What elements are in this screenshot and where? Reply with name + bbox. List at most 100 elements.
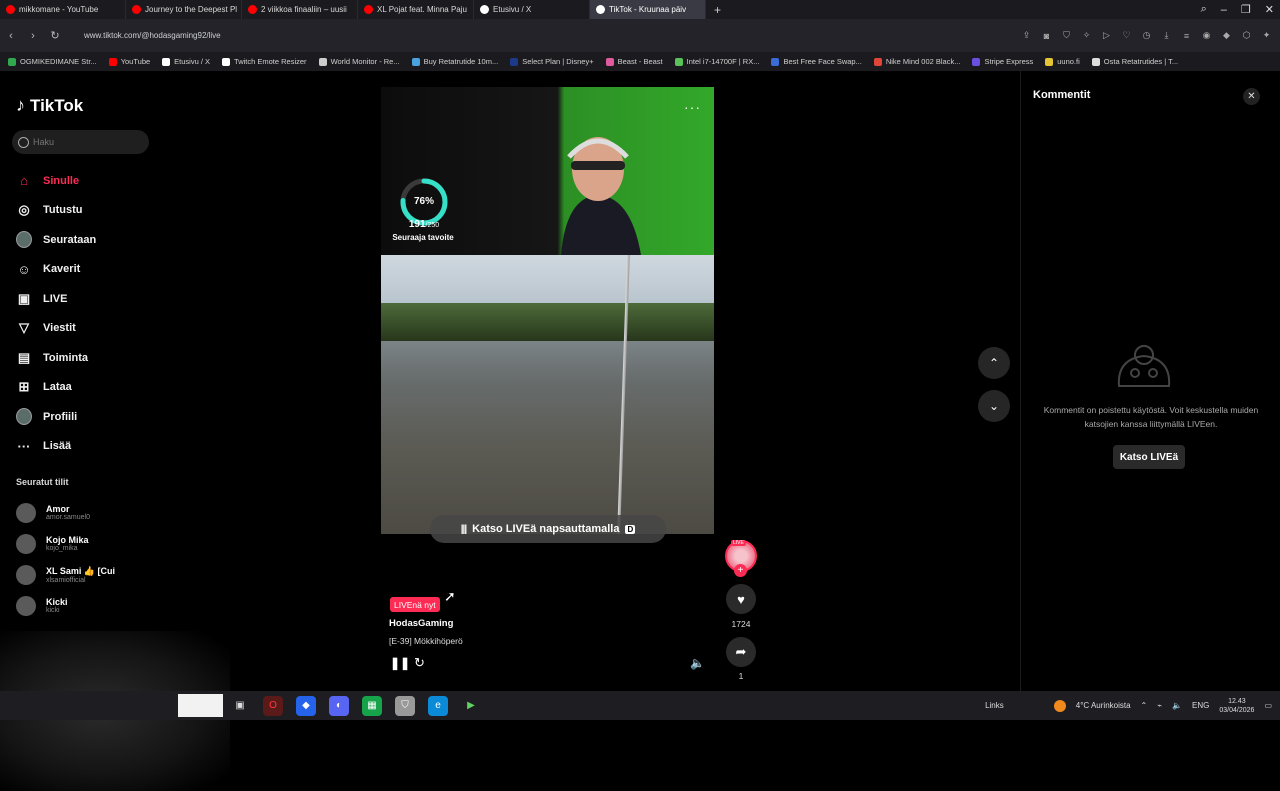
bookmark-item[interactable]: uuno.fi <box>1045 57 1080 66</box>
discord-icon[interactable]: ◐ <box>329 695 349 716</box>
share-icon[interactable]: ⇪ <box>1021 30 1032 41</box>
play-icon[interactable]: ▷ <box>1101 30 1112 41</box>
nav-item-viestit[interactable]: ▽ Viestit <box>16 314 96 344</box>
minimize-button[interactable]: – <box>1221 4 1227 16</box>
weather-text[interactable]: 4°C Aurinkoista <box>1076 701 1131 710</box>
like-button[interactable]: ♥ <box>726 584 756 614</box>
tray-chevron-icon[interactable]: ⌃ <box>1141 701 1148 710</box>
browser-tab[interactable]: XL Pojat feat. Minna Paju <box>358 0 474 19</box>
nav-item-live[interactable]: ▣ LIVE <box>16 284 96 314</box>
next-video-button[interactable]: ⌄ <box>978 390 1010 422</box>
browser-tab[interactable]: Etusivu / X <box>474 0 590 19</box>
url-field[interactable]: www.tiktok.com/@hodasgaming92/live <box>84 31 221 40</box>
bookmark-item[interactable]: World Monitor - Re... <box>318 57 400 66</box>
watch-live-button[interactable]: ||| Katso LIVEä napsauttamalla D <box>430 515 666 543</box>
download-icon[interactable]: ⤓ <box>1161 30 1172 41</box>
bookmark-item[interactable]: Etusivu / X <box>162 57 210 66</box>
close-comments-button[interactable]: ✕ <box>1243 88 1260 105</box>
weather-sun-icon <box>1053 699 1066 712</box>
camera-icon[interactable]: ◙ <box>1041 31 1052 41</box>
language-indicator[interactable]: ENG <box>1192 701 1209 710</box>
following-item[interactable]: Amor amor.samuel0 <box>16 497 115 528</box>
following-text: XL Sami 👍 [Cui xlsamiofficial <box>46 566 115 584</box>
bookmark-item[interactable]: Intel i7-14700F | RX... <box>674 57 759 66</box>
back-button[interactable]: ‹ <box>0 30 22 42</box>
browser-tab[interactable]: Journey to the Deepest Pl <box>126 0 242 19</box>
browser-tab[interactable]: 2 viikkoa finaaliin – uusii <box>242 0 358 19</box>
bookmark-item[interactable]: YouTube <box>108 57 150 66</box>
menu-icon[interactable]: ≡ <box>1181 31 1192 41</box>
watch-live-panel-button[interactable]: Katso LIVEä <box>1113 445 1185 469</box>
nav-item-profiili[interactable]: Profiili <box>16 402 96 432</box>
profile-icon[interactable]: ◉ <box>1201 30 1212 41</box>
vpn-icon[interactable]: ⛉ <box>395 695 415 716</box>
streamer-figure <box>561 137 641 255</box>
more-options-button[interactable]: ··· <box>684 99 701 115</box>
app-icon[interactable]: ◆ <box>296 695 316 716</box>
bookmark-item[interactable]: Nike Mind 002 Black... <box>873 57 960 66</box>
previous-video-button[interactable]: ⌃ <box>978 347 1010 379</box>
tab-favicon-icon <box>480 5 489 14</box>
nav-item-toiminta[interactable]: ▤ Toiminta <box>16 343 96 373</box>
channel-name[interactable]: HodasGaming <box>389 618 453 629</box>
taskbar-search-area[interactable] <box>178 694 223 717</box>
reload-button[interactable]: ↻ <box>44 29 66 42</box>
search-input[interactable] <box>33 137 133 147</box>
extension-icon[interactable]: ✧ <box>1081 30 1092 41</box>
live-now-badge[interactable]: LIVEnä nyt <box>390 597 440 612</box>
refresh-button[interactable]: ↻ <box>414 655 425 671</box>
avatar-image <box>16 231 32 249</box>
search-tabs-icon[interactable]: ⌕ <box>1201 3 1207 16</box>
ai-icon[interactable]: ✦ <box>1261 30 1272 41</box>
nav-item-sinulle[interactable]: ⌂ Sinulle <box>16 166 96 196</box>
new-tab-button[interactable]: + <box>706 3 729 17</box>
share-button[interactable]: ➦ <box>726 637 756 667</box>
follow-plus-button[interactable]: + <box>734 564 747 577</box>
nav-label: Kaverit <box>43 263 81 276</box>
stream-game-view[interactable] <box>381 255 714 534</box>
bookmark-item[interactable]: Twitch Emote Resizer <box>222 57 307 66</box>
bookmark-item[interactable]: Osta Retatrutides | T... <box>1091 57 1178 66</box>
clock[interactable]: 12.43 03/04/2026 <box>1219 697 1254 715</box>
shield-icon[interactable]: ⛉ <box>1061 30 1072 41</box>
opera-icon[interactable]: O <box>263 695 283 716</box>
avatar <box>16 533 36 554</box>
bookmark-item[interactable]: Select Plan | Disney+ <box>510 57 594 66</box>
nav-item-kaverit[interactable]: ☺ Kaverit <box>16 255 96 285</box>
nav-item-lataa[interactable]: ⊞ Lataa <box>16 373 96 403</box>
history-icon[interactable]: ◷ <box>1141 30 1152 41</box>
cube-icon[interactable]: ⬡ <box>1241 30 1252 41</box>
edge-icon[interactable]: e <box>428 695 448 716</box>
following-item[interactable]: Kojo Mika kojo_mika <box>16 528 115 559</box>
heart-icon[interactable]: ♡ <box>1121 30 1132 41</box>
window-controls: ⌕ – ❐ ✕ <box>1201 0 1274 19</box>
bookmark-item[interactable]: Best Free Face Swap... <box>771 57 862 66</box>
close-window-button[interactable]: ✕ <box>1265 3 1274 16</box>
tiktok-logo[interactable]: ♪ TikTok <box>16 95 83 116</box>
pause-button[interactable]: ❚❚ <box>390 656 410 670</box>
bookmark-item[interactable]: OGMIKEDIMANE Str... <box>8 57 97 66</box>
app-icon[interactable]: ◆ <box>1221 30 1232 41</box>
media-icon[interactable]: ▶ <box>461 696 481 716</box>
notifications-icon[interactable]: ▭ <box>1264 701 1272 710</box>
nav-item-tutustu[interactable]: ◎ Tutustu <box>16 196 96 226</box>
bookmark-item[interactable]: Stripe Express <box>972 57 1033 66</box>
bookmark-favicon-icon <box>771 57 780 66</box>
following-item[interactable]: Kicki kicki <box>16 590 115 621</box>
network-icon[interactable]: ⌁ <box>1157 701 1162 710</box>
browser-tab[interactable]: TikTok - Kruunaa päiv <box>590 0 706 19</box>
browser-tab[interactable]: mikkomane - YouTube <box>0 0 126 19</box>
search-box[interactable] <box>12 130 149 154</box>
bookmark-item[interactable]: Beast - Beast <box>605 57 663 66</box>
game-icon[interactable]: ▦ <box>362 695 382 716</box>
forward-button[interactable]: › <box>22 30 44 42</box>
task-view-icon[interactable]: ▣ <box>230 696 250 716</box>
maximize-button[interactable]: ❐ <box>1241 3 1251 16</box>
volume-button[interactable]: 🔈 <box>690 656 705 670</box>
nav-item-lisää[interactable]: ··· Lisää <box>16 432 96 462</box>
bookmark-item[interactable]: Buy Retatrutide 10m... <box>411 57 498 66</box>
links-toolbar[interactable]: Links <box>985 701 1004 710</box>
following-item[interactable]: XL Sami 👍 [Cui xlsamiofficial <box>16 559 115 590</box>
sound-icon[interactable]: 🔈 <box>1172 701 1182 710</box>
nav-item-seurataan[interactable]: Seurataan <box>16 225 96 255</box>
